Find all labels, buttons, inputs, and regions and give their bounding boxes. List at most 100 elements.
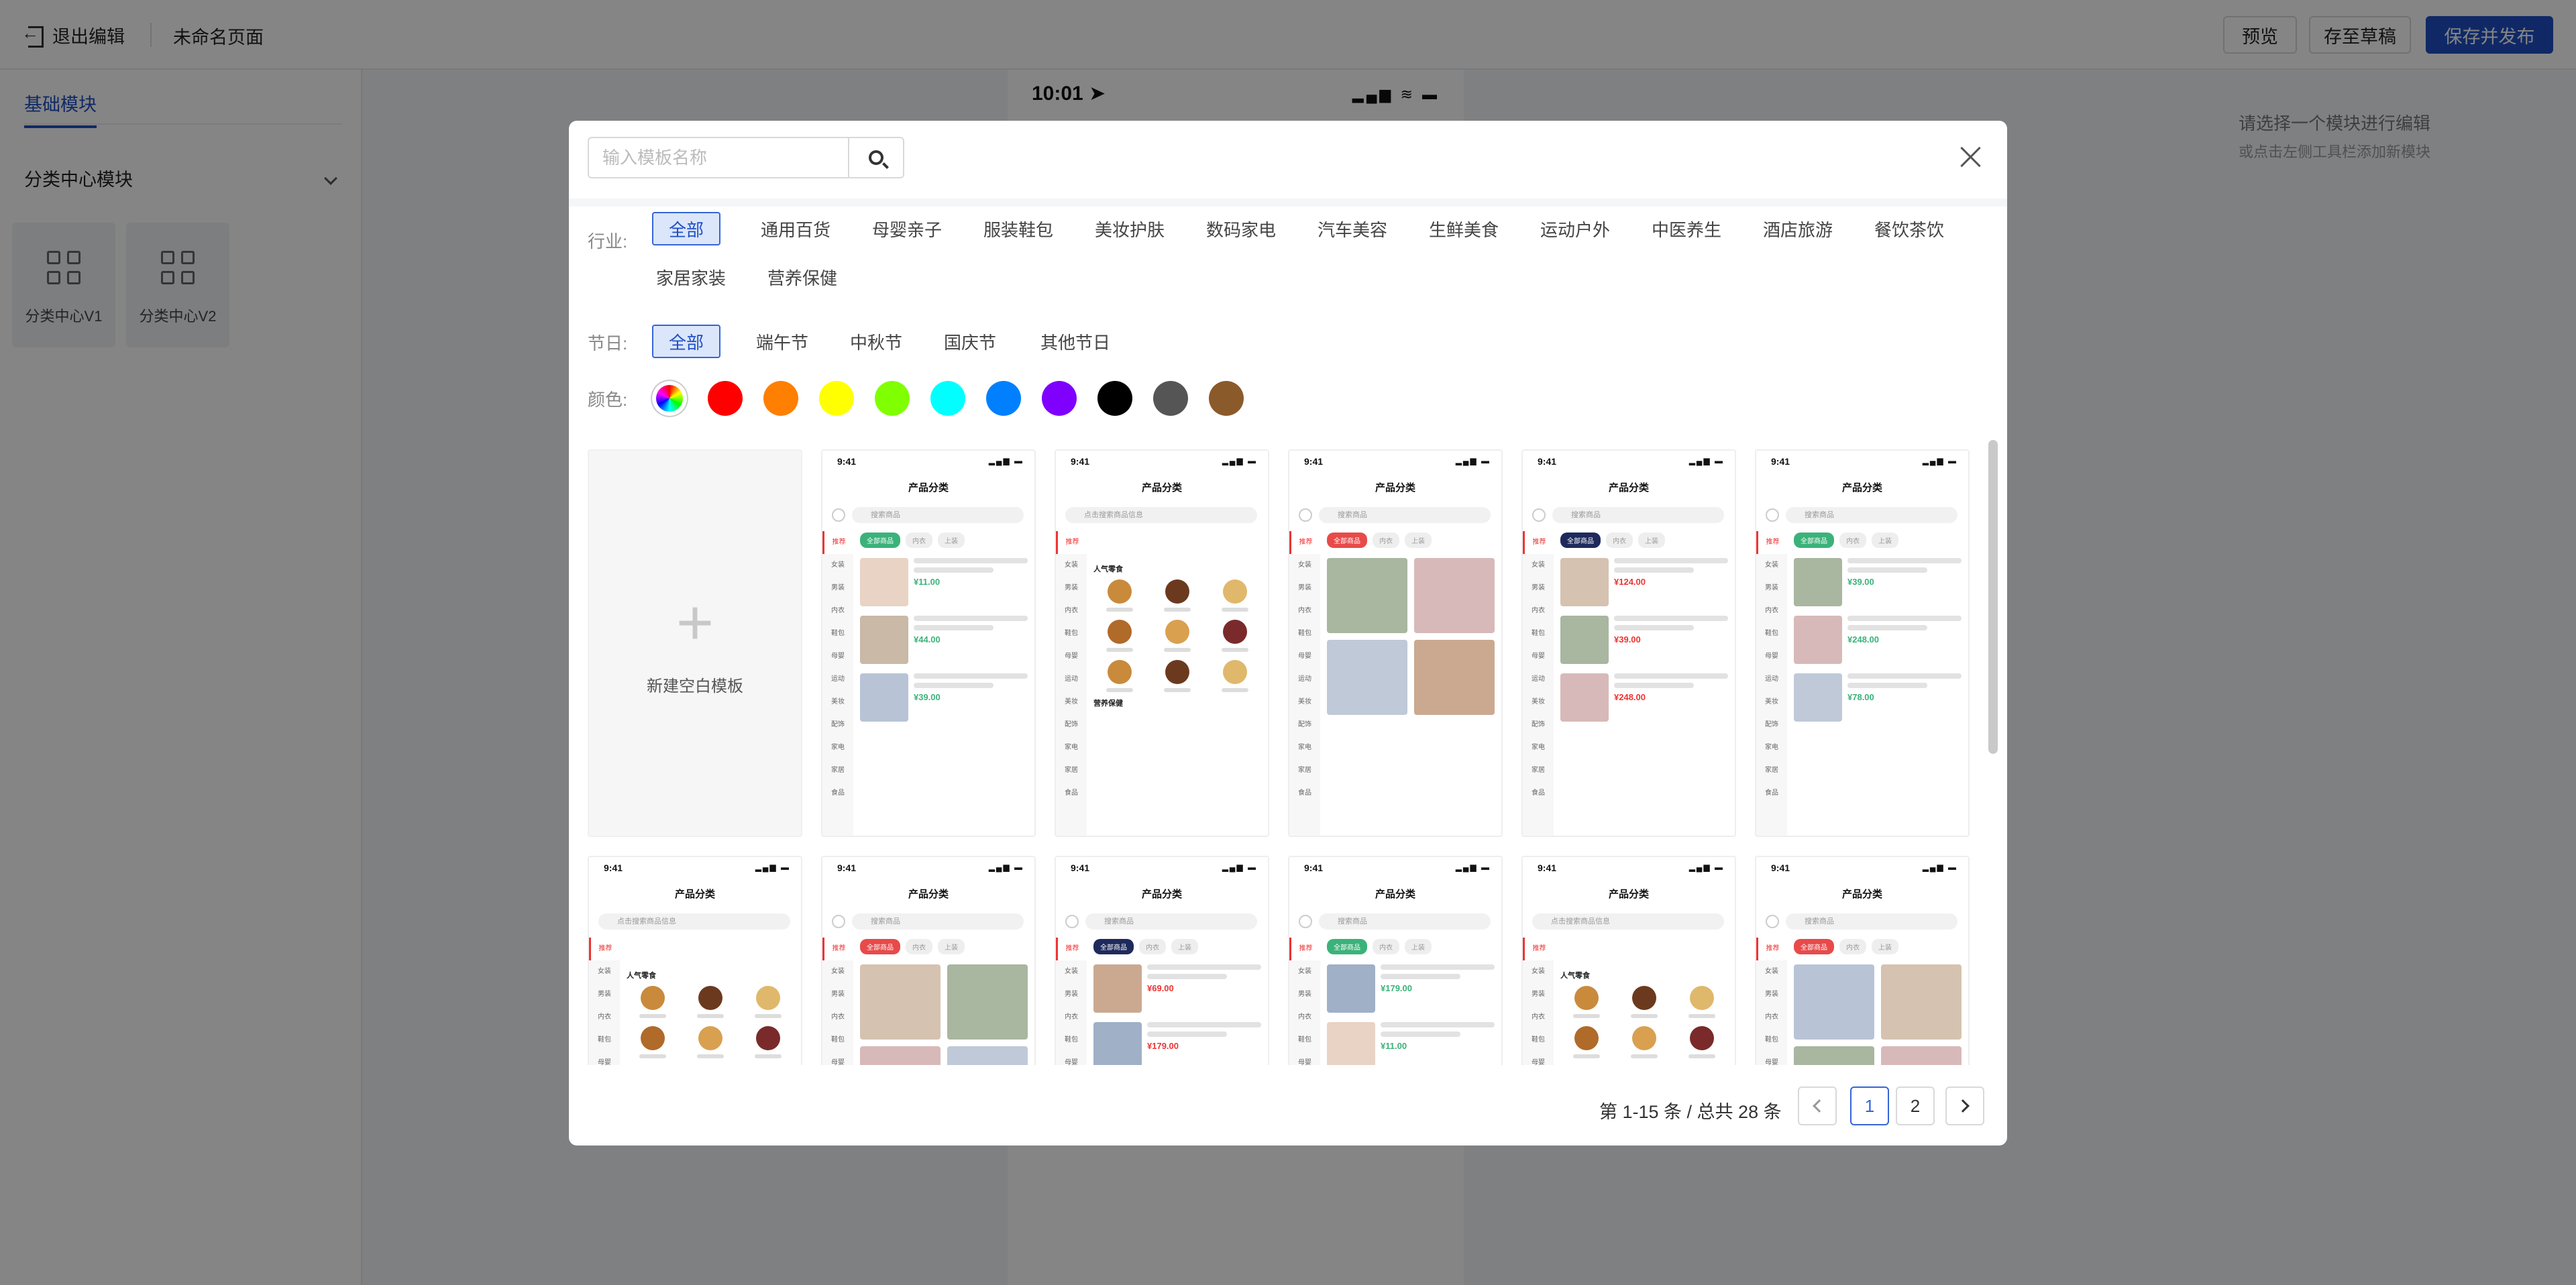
home-icon [1766,915,1779,928]
festival-chip[interactable]: 端午节 [743,325,821,358]
festival-chip[interactable]: 其他节日 [1025,325,1126,358]
mini-sidebar-item: 食品 [1532,789,1545,797]
mini-pill: 内衣 [1373,533,1399,548]
mini-pill: 全部商品 [1794,939,1834,954]
mini-search: 点击搜索商品信息 [598,913,790,930]
mini-sidebar-item: 家居 [1298,767,1311,774]
mini-pills: 全部商品 内衣 上装 [1560,533,1665,548]
template-card[interactable]: 9:41▂▄▆ ▬产品分类搜索商品推荐女装男装内衣鞋包母婴运动美妆配饰家电家居食… [1288,449,1503,837]
mini-sidebar-item: 母婴 [1765,653,1778,660]
industry-chip[interactable]: 家居家装 [652,260,730,294]
mini-section-title: 人气零食 [1560,972,1590,980]
mini-sidebar-item: 女装 [831,968,845,975]
home-icon [832,508,845,522]
mini-pill: 内衣 [1373,939,1399,954]
grid-scrollbar[interactable] [1988,440,1998,754]
prev-page-button[interactable] [1798,1086,1837,1125]
mini-title: 产品分类 [1375,889,1415,900]
mini-sidebar-item: 母婴 [1298,653,1311,660]
mini-sidebar-item: 内衣 [1765,607,1778,614]
mini-sidebar-item: 内衣 [1298,607,1311,614]
template-card[interactable]: 9:41▂▄▆ ▬产品分类搜索商品推荐女装男装内衣鞋包母婴运动美妆配饰家电家居食… [1055,856,1269,1065]
mini-title: 产品分类 [1375,482,1415,494]
industry-chip[interactable]: 全部 [652,212,720,245]
mini-pills: 全部商品 内衣 上装 [1327,533,1432,548]
template-card[interactable]: 9:41▂▄▆ ▬产品分类点击搜索商品信息推荐女装男装内衣鞋包母婴运动美妆配饰家… [1521,856,1736,1065]
industry-chip[interactable]: 运动户外 [1536,212,1614,245]
mini-search: 搜索商品 [1319,913,1491,930]
page-2-button[interactable]: 2 [1896,1086,1935,1125]
color-swatch[interactable] [1042,381,1077,416]
template-card[interactable]: 9:41▂▄▆ ▬产品分类搜索商品推荐女装男装内衣鞋包母婴运动美妆配饰家电家居食… [1755,856,1970,1065]
mini-pills: 全部商品 内衣 上装 [860,939,965,954]
festival-chip[interactable]: 中秋节 [837,325,915,358]
color-swatch-all[interactable] [652,381,687,416]
industry-chip[interactable]: 营养保健 [763,260,841,294]
industry-chip[interactable]: 中医养生 [1648,212,1725,245]
mini-sidebar-item: 男装 [1532,584,1545,592]
mini-sidebar-item: 内衣 [1298,1013,1311,1021]
home-icon [1065,915,1079,928]
color-swatch[interactable] [875,381,910,416]
template-card[interactable]: 9:41▂▄▆ ▬产品分类搜索商品推荐女装男装内衣鞋包母婴运动美妆配饰家电家居食… [1755,449,1970,837]
mini-content: ¥179.00¥11.00¥44.00 [1327,964,1495,1065]
mini-sidebar-item: 运动 [1765,675,1778,683]
chevron-left-icon [1813,1099,1826,1113]
mini-sidebar: 推荐女装男装内衣鞋包母婴运动美妆配饰家电家居食品 [1289,938,1320,1065]
template-card[interactable]: 9:41▂▄▆ ▬产品分类搜索商品推荐女装男装内衣鞋包母婴运动美妆配饰家电家居食… [1521,449,1736,837]
mini-sidebar-item: 家电 [831,744,845,751]
color-swatch[interactable] [986,381,1021,416]
mini-price: ¥179.00 [1147,1041,1179,1051]
mini-sidebar-item: 母婴 [1298,1059,1311,1065]
search-button[interactable] [848,138,903,177]
mini-sidebar-item: 男装 [1765,584,1778,592]
industry-chip[interactable]: 美妆护肤 [1091,212,1169,245]
color-swatch[interactable] [1209,381,1244,416]
mini-price: ¥248.00 [1614,692,1646,702]
mini-sidebar-item: 内衣 [1532,1013,1545,1021]
mini-sidebar-item: 推荐 [1523,938,1554,960]
mini-sidebar-item: 鞋包 [1765,630,1778,637]
color-swatch[interactable] [930,381,965,416]
festival-chip[interactable]: 国庆节 [931,325,1009,358]
industry-chip[interactable]: 数码家电 [1202,212,1280,245]
mini-search: 搜索商品 [1085,913,1257,930]
mini-sidebar: 推荐女装男装内衣鞋包母婴运动美妆配饰家电家居食品 [1289,531,1320,836]
template-card[interactable]: 9:41▂▄▆ ▬产品分类搜索商品推荐女装男装内衣鞋包母婴运动美妆配饰家电家居食… [821,449,1036,837]
color-swatch[interactable] [819,381,854,416]
mini-pill: 上装 [938,939,965,954]
template-card[interactable]: 9:41▂▄▆ ▬产品分类搜索商品推荐女装男装内衣鞋包母婴运动美妆配饰家电家居食… [821,856,1036,1065]
industry-chip[interactable]: 生鲜美食 [1425,212,1503,245]
blank-template-card[interactable]: + 新建空白模板 [588,449,802,837]
mini-signal-icons: ▂▄▆ ▬ [1688,862,1724,872]
mini-sidebar-item: 鞋包 [831,1036,845,1044]
next-page-button[interactable] [1945,1086,1984,1125]
mini-sidebar-item: 推荐 [1289,531,1320,554]
mini-sidebar-item: 推荐 [1056,938,1087,960]
industry-chip[interactable]: 酒店旅游 [1759,212,1837,245]
template-search-input[interactable] [589,138,848,177]
mini-pill: 上装 [1872,939,1898,954]
mini-pill: 全部商品 [1327,939,1367,954]
mini-pill: 内衣 [1139,939,1166,954]
mini-title: 产品分类 [908,889,949,900]
template-card[interactable]: 9:41▂▄▆ ▬产品分类点击搜索商品信息推荐女装男装内衣鞋包母婴运动美妆配饰家… [1055,449,1269,837]
template-card[interactable]: 9:41▂▄▆ ▬产品分类点击搜索商品信息推荐女装男装内衣鞋包母婴运动美妆配饰家… [588,856,802,1065]
color-swatch[interactable] [1153,381,1188,416]
industry-chip[interactable]: 通用百货 [757,212,835,245]
color-swatch[interactable] [708,381,743,416]
color-swatch[interactable] [1097,381,1132,416]
mini-search: 搜索商品 [1786,913,1957,930]
industry-chip[interactable]: 餐饮茶饮 [1870,212,1948,245]
mini-sidebar-item: 女装 [1532,968,1545,975]
mini-sidebar-item: 鞋包 [1298,1036,1311,1044]
mini-signal-icons: ▂▄▆ ▬ [1922,862,1957,872]
festival-chip[interactable]: 全部 [652,325,720,358]
page-1-button[interactable]: 1 [1850,1086,1889,1125]
close-icon[interactable] [1959,145,1983,169]
template-card[interactable]: 9:41▂▄▆ ▬产品分类搜索商品推荐女装男装内衣鞋包母婴运动美妆配饰家电家居食… [1288,856,1503,1065]
industry-chip[interactable]: 服装鞋包 [979,212,1057,245]
industry-chip[interactable]: 汽车美容 [1313,212,1391,245]
industry-chip[interactable]: 母婴亲子 [868,212,946,245]
color-swatch[interactable] [763,381,798,416]
